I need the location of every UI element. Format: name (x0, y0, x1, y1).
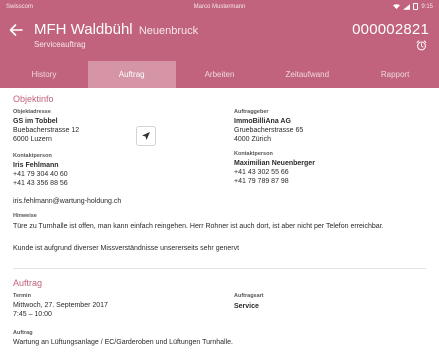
tab-auftrag[interactable]: Auftrag (87, 61, 176, 88)
objektadresse-label: Objektadresse (13, 109, 51, 115)
tab-history[interactable]: History (0, 61, 88, 88)
battery-icon (413, 3, 419, 10)
objektadresse-line-2: Buebacherstrasse 12 (13, 127, 80, 134)
auftraggeber-line-2: Gruebacherstrasse 65 (234, 127, 304, 134)
object-name: MFH Waldbühl (34, 21, 133, 38)
status-bar: Swisscom Marco Mustermann 9:15 (0, 0, 439, 14)
auftraggeber-line-1: ImmoBilliAna AG (234, 118, 291, 125)
auftraggeber-label: Auftraggeber (234, 109, 269, 115)
status-user-name: Marco Mustermann (193, 4, 246, 10)
app-header: Swisscom Marco Mustermann 9:15 MFH Waldb… (0, 0, 439, 88)
kontaktperson-left-phone-2[interactable]: +41 43 356 88 56 (13, 179, 68, 188)
auftrag-value: Wartung an Lüftungsanlage / EC/Garderobe… (13, 339, 234, 346)
termin-time: 7:45 – 10:00 (13, 311, 52, 318)
auftrag-label: Auftrag (13, 330, 33, 336)
navigation-button[interactable] (136, 126, 156, 146)
objektadresse-line-1: GS im Tobbel (13, 118, 58, 125)
navigation-arrow-icon (142, 132, 150, 140)
hinweise-label: Hinweise (13, 213, 37, 219)
section-divider (13, 268, 426, 269)
object-location: Neuenbruck (138, 25, 199, 37)
page-title: MFH Waldbühl Neuenbruck (34, 21, 198, 38)
tab-bar: History Auftrag Arbeiten Zeitaufwand Rap… (0, 61, 439, 88)
kontaktperson-right-name: Maximilian Neuenberger (234, 160, 315, 167)
auftragsart-label: Auftragsart (234, 293, 264, 299)
auftragsart-value: Service (234, 303, 259, 310)
alarm-clock-icon[interactable] (416, 40, 427, 51)
termin-date: Mittwoch, 27. September 2017 (13, 302, 108, 309)
tab-rapport[interactable]: Rapport (351, 61, 439, 88)
hinweise-text: Türe zu Turnhalle ist offen, man kann ei… (13, 223, 384, 230)
main-content: Objektinfo Objektadresse GS im Tobbel Bu… (0, 88, 439, 353)
kontaktperson-right-label: Kontaktperson (234, 151, 273, 157)
termin-label: Termin (13, 293, 31, 299)
kontaktperson-left-phone-1[interactable]: +41 79 304 40 60 (13, 170, 68, 179)
objektadresse-line-3: 6000 Luzern (13, 136, 52, 143)
back-arrow-icon[interactable] (8, 22, 24, 38)
section-title-objektinfo: Objektinfo (13, 94, 54, 104)
auftraggeber-line-3: 4000 Zürich (234, 136, 271, 143)
kontaktperson-left-name: Iris Fehlmann (13, 162, 59, 169)
page-subtitle: Serviceauftrag (34, 40, 86, 49)
hinweise-text-2: Kunde ist aufgrund diverser Missverständ… (13, 245, 240, 252)
wifi-icon (393, 3, 401, 9)
kontaktperson-right-phone-1[interactable]: +41 43 302 55 66 (234, 168, 289, 177)
order-number: 000002821 (352, 21, 429, 38)
kontaktperson-left-label: Kontaktperson (13, 153, 52, 159)
tab-zeitaufwand[interactable]: Zeitaufwand (263, 61, 351, 88)
tab-arbeiten[interactable]: Arbeiten (176, 61, 264, 88)
contact-email[interactable]: iris.fehlmann@wartung-holdung.ch (13, 197, 121, 206)
status-indicators: 9:15 (393, 3, 433, 10)
signal-icon (403, 3, 411, 10)
kontaktperson-right-phone-2[interactable]: +41 79 789 87 98 (234, 177, 289, 186)
section-title-auftrag: Auftrag (13, 278, 43, 288)
status-time: 9:15 (421, 3, 433, 10)
